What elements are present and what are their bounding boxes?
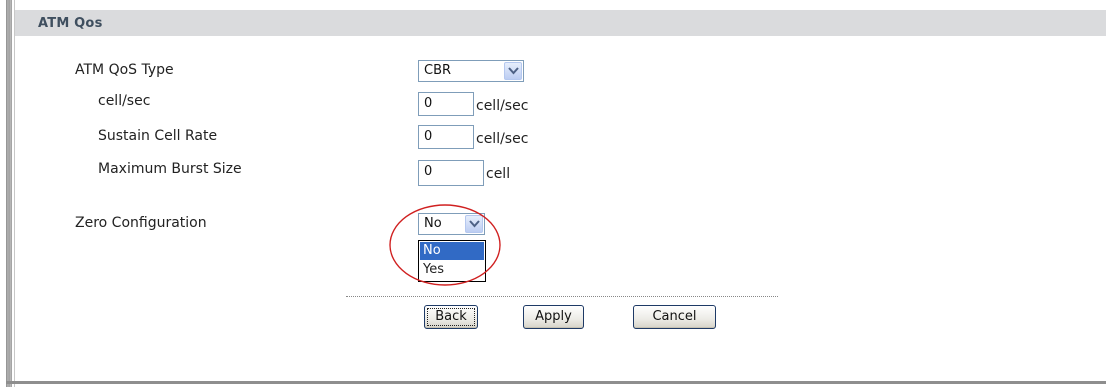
sustain-cell-rate-input[interactable]: 0 (418, 125, 474, 149)
qos-type-select-value: CBR (424, 63, 452, 78)
bottom-border (6, 381, 1106, 384)
atm-qos-panel: ATM Qos ATM QoS Type CBR cell/sec 0 cell… (0, 0, 1106, 387)
zero-configuration-dropdown-list: No Yes (418, 240, 486, 282)
chevron-down-icon[interactable] (465, 215, 483, 233)
sustain-cell-rate-unit: cell/sec (476, 131, 529, 147)
left-border-inner (14, 0, 15, 387)
left-border (6, 0, 12, 387)
back-button[interactable]: Back (424, 305, 478, 329)
cell-rate-label: cell/sec (98, 93, 151, 109)
max-burst-size-unit: cell (486, 166, 511, 182)
zero-configuration-label: Zero Configuration (75, 215, 207, 231)
apply-button[interactable]: Apply (523, 305, 584, 329)
dropdown-option-no[interactable]: No (420, 242, 484, 260)
qos-type-label: ATM QoS Type (75, 62, 174, 78)
cancel-button[interactable]: Cancel (633, 305, 716, 329)
zero-configuration-select[interactable]: No (418, 213, 485, 235)
zero-configuration-select-value: No (424, 216, 442, 231)
qos-type-select[interactable]: CBR (418, 60, 524, 82)
button-divider (346, 296, 778, 297)
max-burst-size-label: Maximum Burst Size (98, 161, 242, 177)
cell-rate-input[interactable]: 0 (418, 92, 474, 116)
max-burst-size-input[interactable]: 0 (418, 160, 484, 186)
chevron-down-icon[interactable] (504, 62, 522, 80)
sustain-cell-rate-label: Sustain Cell Rate (98, 128, 218, 144)
section-header (15, 10, 1106, 36)
dropdown-option-yes[interactable]: Yes (420, 261, 484, 279)
section-title: ATM Qos (38, 16, 103, 31)
cell-rate-unit: cell/sec (476, 98, 529, 114)
